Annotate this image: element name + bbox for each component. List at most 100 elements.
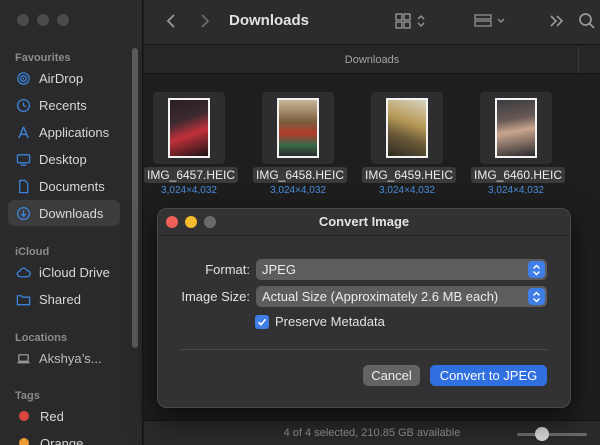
- window-controls: [17, 14, 69, 26]
- file-dimensions: 3,024×4,032: [488, 185, 544, 196]
- applications-icon: [16, 125, 31, 140]
- photo-thumbnail-icon: [386, 98, 428, 158]
- download-icon: [16, 206, 31, 221]
- icon-grid-view-icon: [395, 13, 425, 29]
- preserve-metadata-checkbox[interactable]: [255, 315, 269, 329]
- image-size-popup[interactable]: Actual Size (Approximately 2.6 MB each): [256, 286, 547, 307]
- more-toolbar-button[interactable]: [549, 10, 565, 32]
- dialog-titlebar-divider: [158, 235, 570, 236]
- group-by-icon: [474, 14, 505, 27]
- status-bar: 4 of 4 selected, 210.85 GB available: [144, 420, 600, 445]
- dialog-title: Convert Image: [318, 214, 410, 229]
- icon-size-slider[interactable]: [517, 433, 587, 436]
- back-button[interactable]: [164, 10, 178, 32]
- tab-bar: Downloads: [144, 44, 600, 74]
- sidebar-item-label: Shared: [39, 291, 81, 307]
- sidebar-item-shared[interactable]: Shared: [8, 286, 120, 312]
- file-thumbnail: [153, 92, 225, 164]
- sidebar-item-label: Desktop: [39, 151, 87, 167]
- search-icon: [579, 13, 595, 29]
- file-item[interactable]: IMG_6459.HEIC 3,024×4,032: [362, 92, 457, 196]
- popup-arrows-icon: [528, 261, 545, 278]
- sidebar: Favourites AirDrop Recents Applications …: [0, 0, 143, 445]
- clock-icon: [16, 98, 31, 113]
- new-tab-button[interactable]: [578, 47, 600, 73]
- view-mode-button[interactable]: [394, 10, 430, 32]
- image-size-value: Actual Size (Approximately 2.6 MB each): [262, 289, 499, 304]
- sidebar-item-tag-orange[interactable]: Orange: [8, 430, 120, 445]
- file-item[interactable]: IMG_6457.HEIC 3,024×4,032: [144, 92, 239, 196]
- icon-size-slider-knob[interactable]: [535, 427, 549, 441]
- file-dimensions: 3,024×4,032: [161, 185, 217, 196]
- sidebar-scrollbar[interactable]: [132, 48, 138, 348]
- sidebar-item-applications[interactable]: Applications: [8, 119, 120, 145]
- popup-arrows-icon: [528, 288, 545, 305]
- tab-downloads[interactable]: Downloads: [144, 54, 600, 66]
- sidebar-item-downloads[interactable]: Downloads: [8, 200, 120, 226]
- file-name: IMG_6458.HEIC: [253, 167, 348, 183]
- format-label: Format:: [205, 262, 250, 277]
- window-title: Downloads: [229, 12, 310, 29]
- sidebar-item-label: AirDrop: [39, 70, 84, 86]
- preserve-metadata-label[interactable]: Preserve Metadata: [275, 314, 385, 329]
- desktop-icon: [16, 152, 31, 167]
- convert-button[interactable]: Convert to JPEG: [430, 365, 547, 386]
- sidebar-item-documents[interactable]: Documents: [8, 173, 120, 199]
- sidebar-item-desktop[interactable]: Desktop: [8, 146, 120, 172]
- sidebar-section-favourites: Favourites: [15, 52, 71, 64]
- toolbar: Downloads: [144, 0, 600, 44]
- sidebar-item-label: iCloud Drive: [39, 264, 110, 280]
- file-item[interactable]: IMG_6460.HEIC 3,024×4,032: [471, 92, 566, 196]
- airdrop-icon: [16, 71, 31, 86]
- sidebar-item-label: Applications: [39, 124, 110, 140]
- format-popup[interactable]: JPEG: [256, 259, 547, 280]
- dialog-divider: [180, 349, 548, 350]
- photo-thumbnail-icon: [277, 98, 319, 158]
- shared-folder-icon: [16, 292, 31, 307]
- file-name: IMG_6459.HEIC: [362, 167, 457, 183]
- photo-thumbnail-icon: [495, 98, 537, 158]
- search-button[interactable]: [578, 10, 596, 32]
- sidebar-item-akshya[interactable]: Akshya’s...: [8, 345, 120, 371]
- sidebar-item-label: Recents: [39, 97, 87, 113]
- cancel-button[interactable]: Cancel: [363, 365, 420, 386]
- file-item[interactable]: IMG_6458.HEIC 3,024×4,032: [253, 92, 348, 196]
- format-value: JPEG: [262, 262, 296, 277]
- checkmark-icon: [257, 318, 267, 326]
- tag-dot-icon: [19, 411, 29, 421]
- laptop-icon: [16, 351, 31, 366]
- sidebar-item-label: Documents: [39, 178, 105, 194]
- sidebar-item-icloud-drive[interactable]: iCloud Drive: [8, 259, 120, 285]
- zoom-window-button[interactable]: [57, 14, 69, 26]
- chevron-right-icon: [201, 14, 210, 28]
- sidebar-section-icloud: iCloud: [15, 246, 50, 258]
- document-icon: [16, 179, 31, 194]
- sidebar-item-recents[interactable]: Recents: [8, 92, 120, 118]
- file-thumbnail: [480, 92, 552, 164]
- sidebar-item-label: Akshya’s...: [39, 350, 102, 366]
- file-thumbnail: [371, 92, 443, 164]
- group-button[interactable]: [474, 10, 510, 32]
- sidebar-item-label: Orange: [40, 435, 84, 445]
- sidebar-section-tags: Tags: [15, 390, 40, 402]
- chevron-left-icon: [166, 14, 175, 28]
- close-window-button[interactable]: [17, 14, 29, 26]
- cloud-icon: [16, 265, 31, 280]
- sidebar-item-label: Downloads: [39, 205, 104, 221]
- double-chevron-icon: [550, 15, 564, 27]
- sidebar-section-locations: Locations: [15, 332, 67, 344]
- image-size-label: Image Size:: [181, 289, 250, 304]
- photo-thumbnail-icon: [168, 98, 210, 158]
- sidebar-item-label: Red: [40, 408, 64, 424]
- sidebar-item-tag-red[interactable]: Red: [8, 403, 120, 429]
- file-thumbnail: [262, 92, 334, 164]
- file-name: IMG_6460.HEIC: [471, 167, 566, 183]
- file-name: IMG_6457.HEIC: [144, 167, 239, 183]
- minimize-window-button[interactable]: [37, 14, 49, 26]
- forward-button[interactable]: [198, 10, 212, 32]
- file-dimensions: 3,024×4,032: [270, 185, 326, 196]
- convert-image-dialog: Convert Image Format: JPEG Image Size: A…: [157, 208, 571, 408]
- sidebar-item-airdrop[interactable]: AirDrop: [8, 65, 120, 91]
- file-dimensions: 3,024×4,032: [379, 185, 435, 196]
- tag-dot-icon: [19, 438, 29, 445]
